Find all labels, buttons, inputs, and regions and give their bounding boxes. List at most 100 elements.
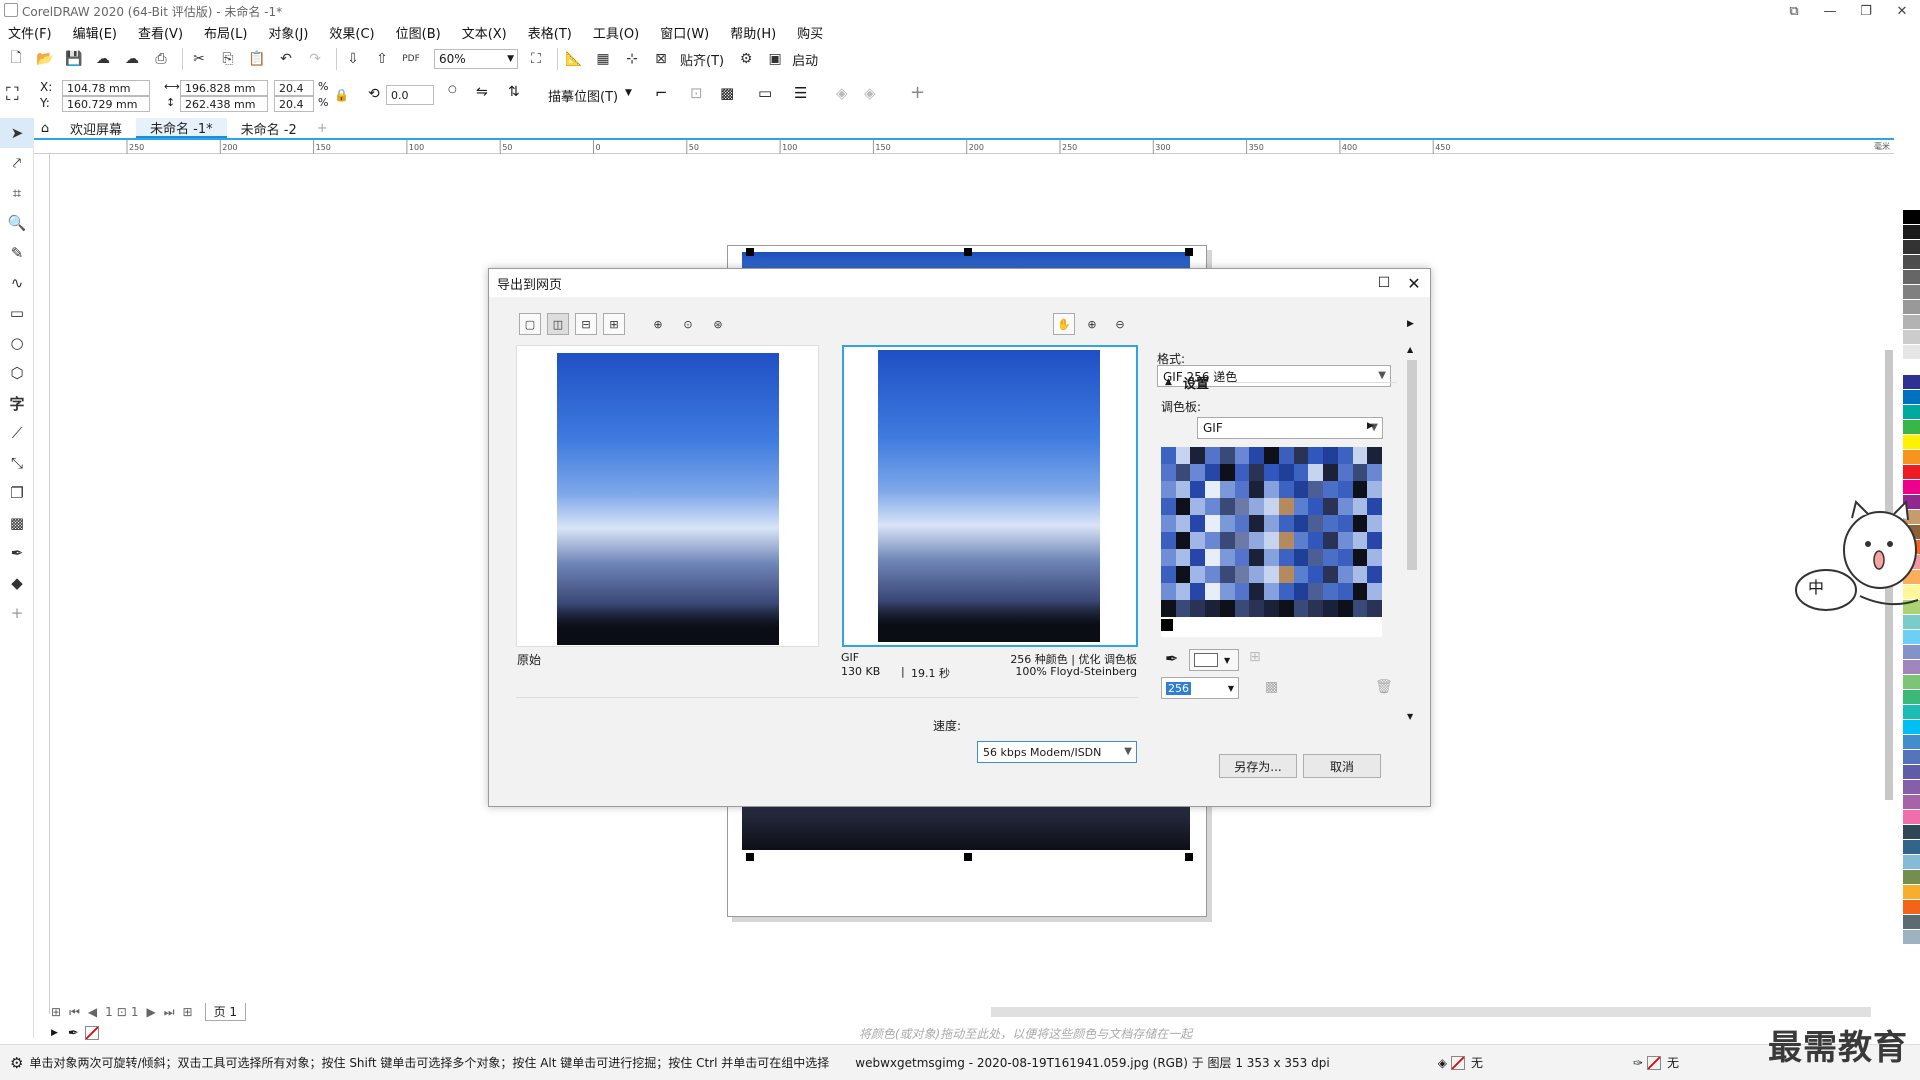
- color-swatch[interactable]: [1161, 515, 1176, 532]
- menu-edit[interactable]: 编辑(E): [73, 23, 117, 42]
- launch-dropdown[interactable]: 启动: [792, 50, 818, 69]
- color-swatch[interactable]: [1367, 464, 1382, 481]
- palette-swatch[interactable]: [1903, 270, 1920, 285]
- color-swatch[interactable]: [1308, 481, 1324, 498]
- color-swatch[interactable]: [1323, 600, 1338, 617]
- quad-view-icon[interactable]: ⊞: [603, 313, 625, 335]
- palette-swatch[interactable]: [1903, 360, 1920, 375]
- zoom-actual-icon[interactable]: ⊛: [707, 313, 729, 335]
- open-icon[interactable]: 📂: [33, 47, 57, 71]
- scrollbar-thumb[interactable]: [1407, 360, 1417, 570]
- color-swatch[interactable]: [1190, 566, 1206, 583]
- color-swatch[interactable]: [1308, 566, 1324, 583]
- zoom-fit-icon[interactable]: ⊙: [677, 313, 699, 335]
- crop-bitmap-icon[interactable]: ⌐: [655, 84, 668, 102]
- color-swatch[interactable]: [1278, 464, 1294, 481]
- color-swatch[interactable]: [1219, 600, 1235, 617]
- palette-swatch[interactable]: [1903, 315, 1920, 330]
- cut-icon[interactable]: ✂: [187, 47, 211, 71]
- palette-swatch[interactable]: [1903, 750, 1920, 765]
- color-swatch[interactable]: [1205, 481, 1220, 498]
- color-count-field[interactable]: 256 ▼: [1161, 677, 1239, 699]
- color-swatch[interactable]: [1337, 498, 1353, 515]
- add-icon[interactable]: +: [910, 82, 925, 103]
- color-swatch[interactable]: [1234, 464, 1250, 481]
- pan-hand-icon[interactable]: ✋: [1053, 313, 1075, 335]
- color-swatch[interactable]: [1175, 464, 1191, 481]
- menu-buy[interactable]: 购买: [797, 23, 823, 42]
- page-tab[interactable]: 页 1: [204, 1003, 247, 1021]
- palette-swatch[interactable]: [1903, 765, 1920, 780]
- color-swatch[interactable]: [1293, 515, 1309, 532]
- color-swatch[interactable]: [1352, 447, 1368, 464]
- menu-view[interactable]: 查看(V): [138, 23, 183, 42]
- color-swatch[interactable]: [1234, 481, 1250, 498]
- no-color-icon[interactable]: [84, 1026, 99, 1040]
- add-page-end-icon[interactable]: ⊞: [183, 1005, 193, 1019]
- lock-ratio-icon[interactable]: 🔒: [334, 88, 349, 102]
- text-tool-icon[interactable]: 字: [0, 388, 34, 418]
- palette-swatch[interactable]: [1903, 195, 1920, 210]
- color-swatch[interactable]: [1278, 600, 1294, 617]
- color-swatch[interactable]: [1175, 481, 1191, 498]
- color-swatch[interactable]: [1323, 515, 1338, 532]
- color-swatch[interactable]: [1278, 532, 1294, 549]
- color-swatch[interactable]: [1190, 481, 1206, 498]
- snap-off-icon[interactable]: ⊠: [649, 47, 673, 71]
- color-swatch[interactable]: [1161, 498, 1176, 515]
- color-swatch[interactable]: [1249, 549, 1265, 566]
- color-swatch[interactable]: [1219, 532, 1235, 549]
- eyedropper-icon[interactable]: ✒: [1165, 649, 1178, 668]
- wrap-text-icon[interactable]: ☰: [794, 84, 807, 102]
- mirror-horizontal-icon[interactable]: ⇋: [476, 84, 488, 100]
- palette-swatch[interactable]: [1903, 405, 1920, 420]
- color-swatch[interactable]: [1264, 549, 1279, 566]
- zoom-in-icon[interactable]: ⊕: [1081, 313, 1103, 335]
- to-back-icon[interactable]: ◈: [864, 84, 876, 102]
- menu-layout[interactable]: 布局(L): [204, 23, 247, 42]
- color-swatch[interactable]: [1293, 549, 1309, 566]
- color-swatch[interactable]: [1278, 583, 1294, 600]
- last-page-icon[interactable]: ⏭: [164, 1005, 175, 1020]
- color-swatch[interactable]: [1352, 566, 1368, 583]
- palette-swatch[interactable]: [1903, 720, 1920, 735]
- color-swatch[interactable]: [1249, 498, 1265, 515]
- trash-icon[interactable]: 🗑: [1375, 679, 1393, 695]
- color-swatch[interactable]: [1293, 532, 1309, 549]
- color-swatch[interactable]: [1278, 549, 1294, 566]
- preset-expand-icon[interactable]: ▶: [1407, 319, 1414, 329]
- color-swatch[interactable]: [1205, 549, 1220, 566]
- palette-swatch[interactable]: [1903, 375, 1920, 390]
- color-swatch[interactable]: [1190, 498, 1206, 515]
- pick-tool-icon[interactable]: ➤: [0, 118, 34, 148]
- color-swatch[interactable]: [1234, 600, 1250, 617]
- save-as-button[interactable]: 另存为...: [1219, 754, 1297, 778]
- zoom-in-icon[interactable]: ⊕: [647, 313, 669, 335]
- color-swatch[interactable]: [1175, 515, 1191, 532]
- color-swatch[interactable]: [1308, 549, 1324, 566]
- settings-gear-icon[interactable]: ⚙: [10, 1054, 23, 1072]
- format-select[interactable]: GIF ▼: [1197, 417, 1383, 439]
- color-table[interactable]: [1161, 447, 1382, 637]
- next-page-icon[interactable]: ▶: [146, 1005, 155, 1019]
- palette-swatch[interactable]: [1903, 915, 1920, 930]
- menu-table[interactable]: 表格(T): [528, 23, 572, 42]
- palette-swatch[interactable]: [1903, 900, 1920, 915]
- rectangle-tool-icon[interactable]: ▭: [0, 298, 34, 328]
- color-swatch[interactable]: [1293, 481, 1309, 498]
- color-swatch[interactable]: [1367, 447, 1382, 464]
- lock-color-icon[interactable]: ⊞: [1249, 649, 1261, 665]
- color-swatch[interactable]: [1352, 498, 1368, 515]
- color-swatch[interactable]: [1367, 481, 1382, 498]
- tab-welcome[interactable]: 欢迎屏幕: [56, 118, 136, 138]
- color-swatch[interactable]: [1219, 566, 1235, 583]
- color-swatch[interactable]: [1293, 566, 1309, 583]
- color-swatch[interactable]: [1249, 481, 1265, 498]
- freehand-tool-icon[interactable]: ✎: [0, 238, 34, 268]
- selection-handle[interactable]: [746, 248, 754, 256]
- export-icon[interactable]: ⇧: [370, 47, 394, 71]
- palette-swatch[interactable]: [1903, 420, 1920, 435]
- color-swatch[interactable]: [1293, 464, 1309, 481]
- color-swatch[interactable]: [1190, 583, 1206, 600]
- save-icon[interactable]: 💾: [62, 47, 86, 71]
